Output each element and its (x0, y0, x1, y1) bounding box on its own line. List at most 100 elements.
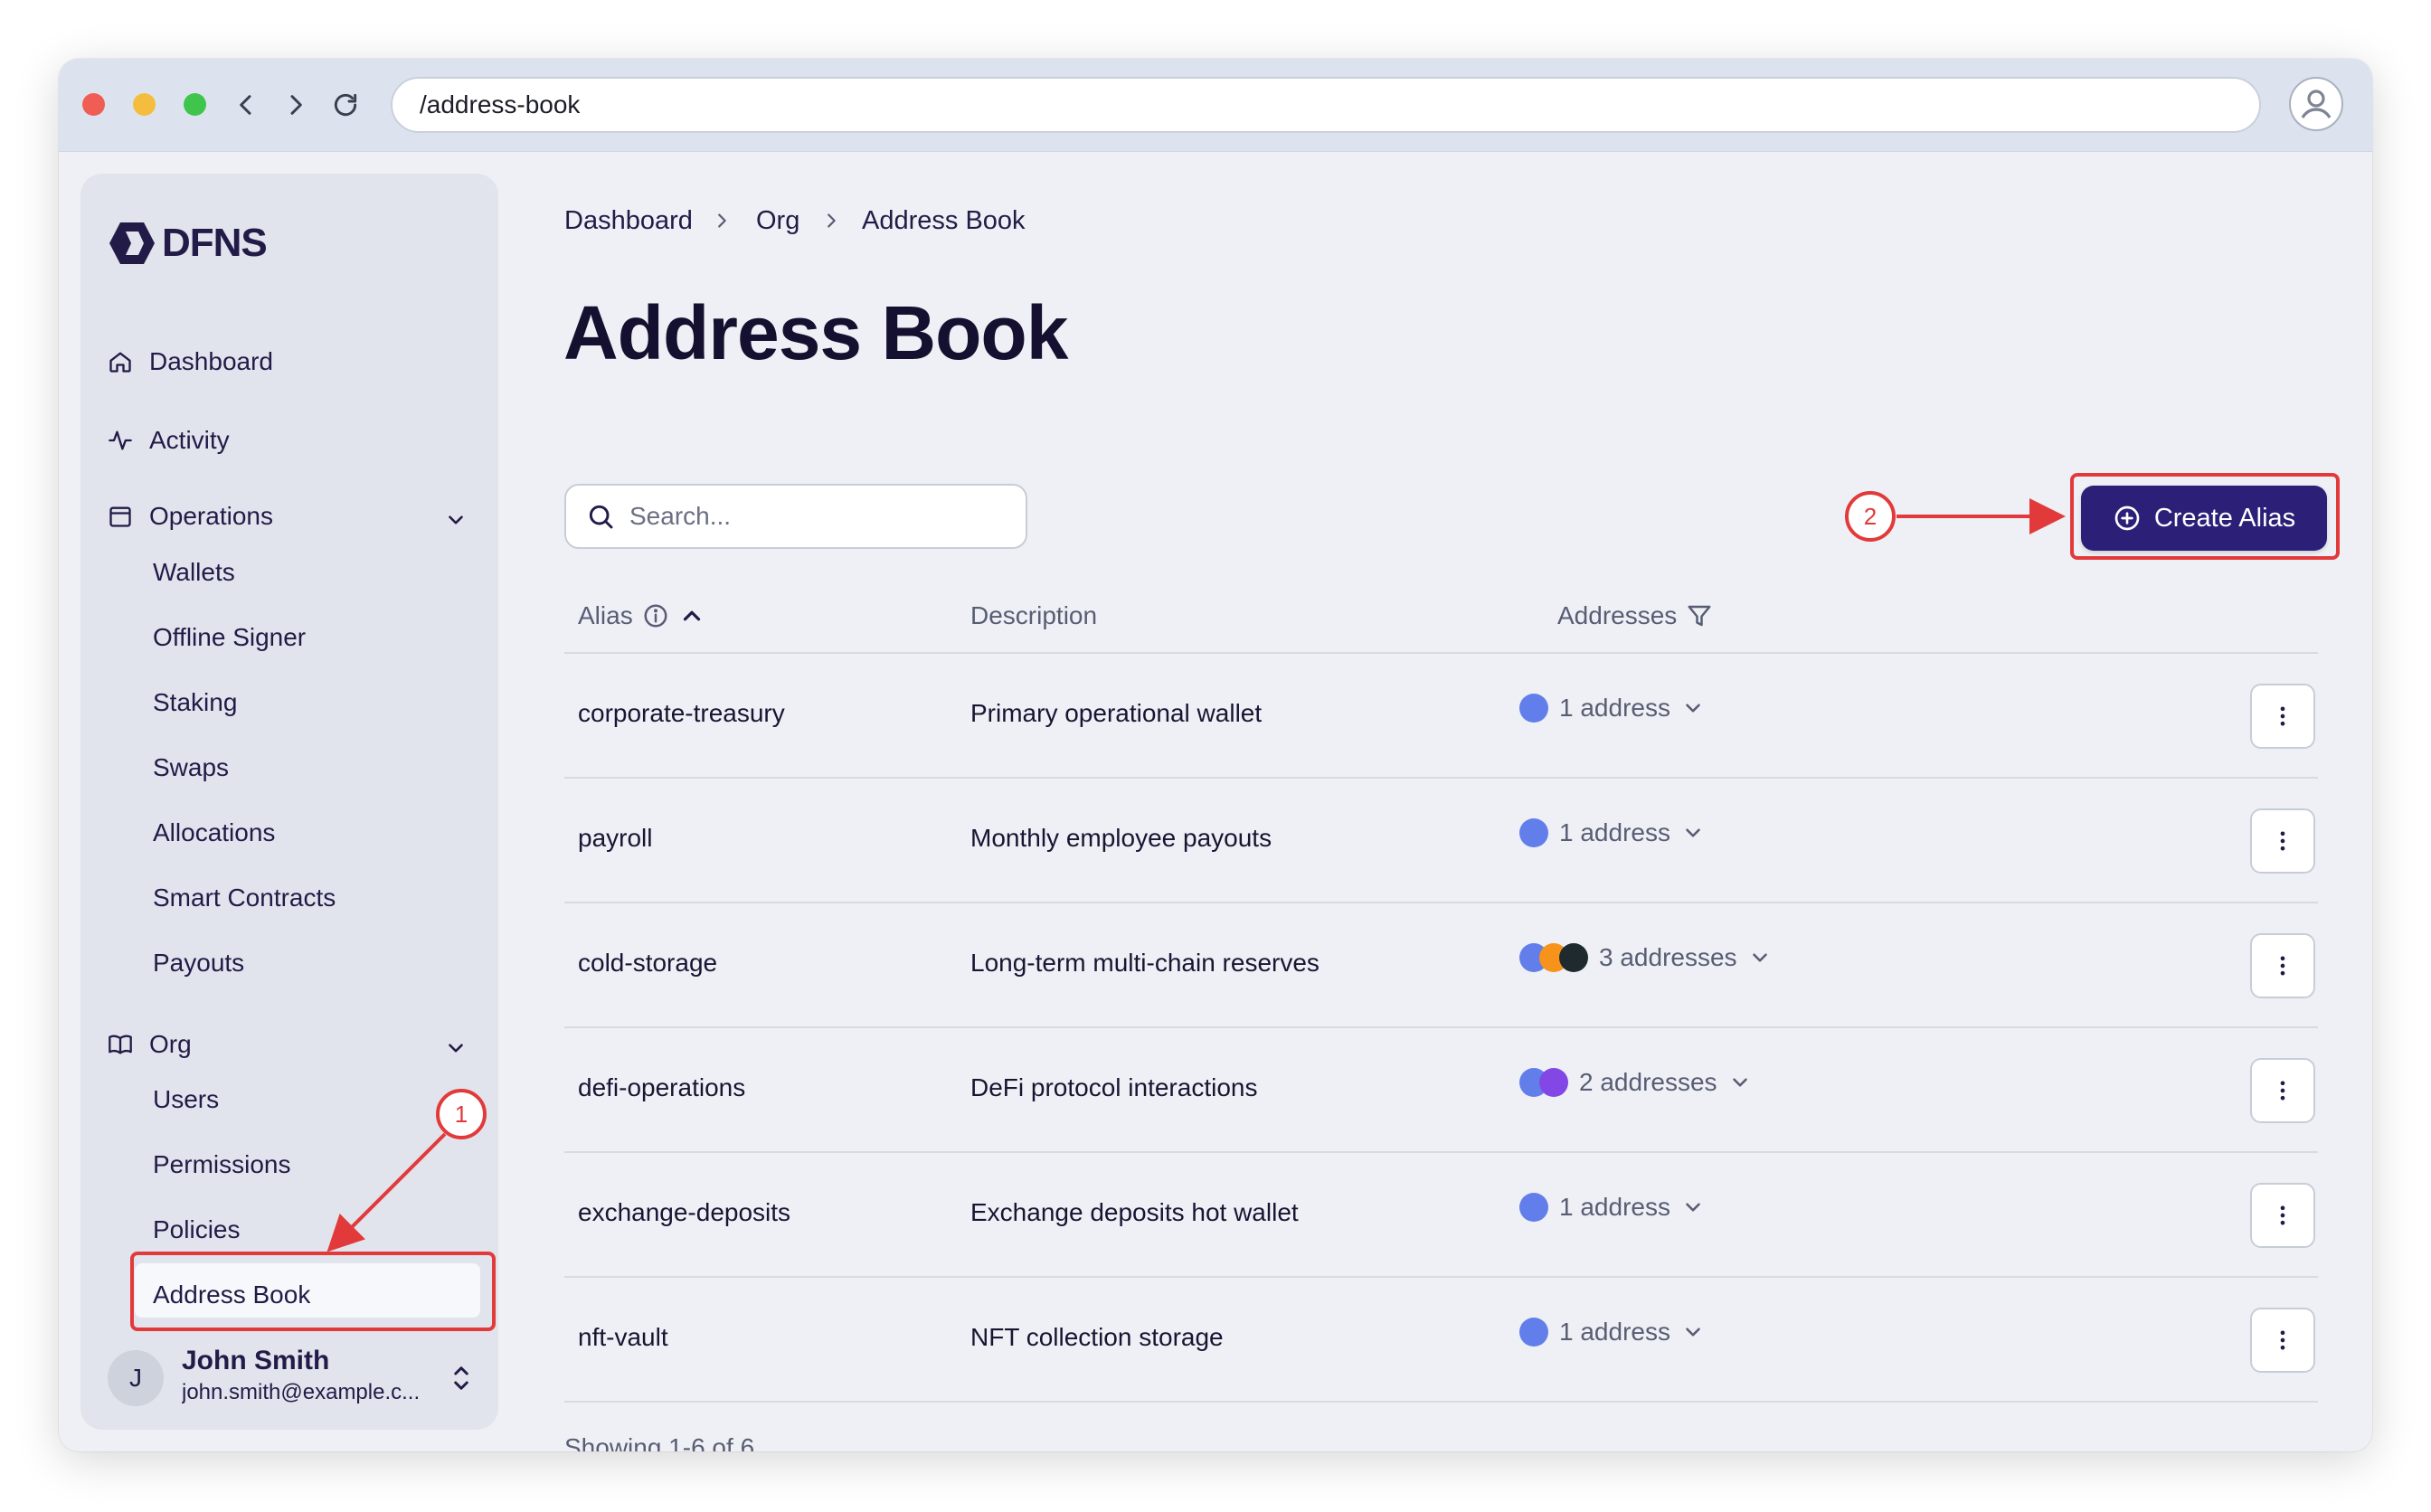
row-actions-button[interactable] (2250, 1183, 2315, 1248)
sidebar-item-smart-contracts[interactable]: Smart Contracts (153, 884, 336, 912)
sidebar-item-permissions[interactable]: Permissions (153, 1150, 290, 1179)
table-row[interactable]: cold-storage Long-term multi-chain reser… (564, 902, 2318, 1026)
ethereum-icon (1519, 1193, 1548, 1222)
address-count: 2 addresses (1579, 1068, 1717, 1096)
sidebar-item-dashboard[interactable]: Dashboard (108, 347, 273, 376)
breadcrumb-separator-icon (828, 213, 836, 228)
close-window-button[interactable] (82, 93, 105, 116)
alias-cell: exchange-deposits (578, 1198, 791, 1226)
addresses-dropdown[interactable]: 2 addresses (1519, 1068, 1752, 1097)
description-cell: DeFi protocol interactions (970, 1073, 1258, 1101)
alias-header-label: Alias (578, 601, 633, 629)
table-row[interactable]: corporate-treasury Primary operational w… (564, 652, 2318, 777)
sidebar-item-swaps[interactable]: Swaps (153, 753, 229, 782)
table-bottom-divider (564, 1401, 2318, 1403)
org-chevron-down-icon[interactable] (444, 1036, 468, 1060)
sort-ascending-icon[interactable] (678, 602, 705, 629)
sidebar-item-operations[interactable]: Operations (108, 502, 273, 531)
chevron-down-icon (1752, 953, 1767, 962)
filter-icon[interactable] (1686, 602, 1713, 629)
table-row[interactable]: payroll Monthly employee payouts 1 addre… (564, 777, 2318, 902)
row-actions-button[interactable] (2250, 933, 2315, 998)
operations-chevron-down-icon[interactable] (444, 508, 468, 532)
breadcrumb-dashboard[interactable]: Dashboard (564, 206, 693, 236)
sidebar-item-policies[interactable]: Policies (153, 1215, 240, 1244)
sidebar-item-offline-signer[interactable]: Offline Signer (153, 623, 306, 652)
row-actions-button[interactable] (2250, 808, 2315, 874)
breadcrumb-address-book: Address Book (862, 206, 1026, 235)
create-alias-button[interactable]: Create Alias (2081, 486, 2327, 551)
maximize-window-button[interactable] (184, 93, 206, 116)
addresses-dropdown[interactable]: 1 address (1519, 818, 1705, 847)
addresses-dropdown[interactable]: 1 address (1519, 1318, 1705, 1347)
info-icon[interactable] (642, 602, 669, 629)
sidebar-item-label: Dashboard (149, 347, 273, 375)
more-vertical-icon (2280, 1330, 2285, 1350)
sidebar-item-activity[interactable]: Activity (108, 426, 230, 455)
table-row[interactable]: exchange-deposits Exchange deposits hot … (564, 1151, 2318, 1276)
plus-circle-icon (2114, 506, 2140, 531)
sidebar-item-label: Activity (149, 426, 230, 454)
coin-icons (1519, 1068, 1568, 1097)
sidebar-item-org[interactable]: Org (108, 1030, 192, 1059)
addresses-dropdown[interactable]: 1 address (1519, 1193, 1705, 1222)
user-menu[interactable]: J John Smith john.smith@example.c... (108, 1346, 480, 1413)
pagination-summary: Showing 1-6 of 6 (564, 1433, 755, 1451)
search-field[interactable] (564, 484, 1027, 549)
column-header-alias[interactable]: Alias (578, 601, 705, 630)
table-row[interactable]: defi-operations DeFi protocol interactio… (564, 1026, 2318, 1151)
alias-cell: payroll (578, 824, 653, 852)
row-actions-button[interactable] (2250, 1058, 2315, 1123)
dfns-logo-icon (109, 222, 155, 264)
minimize-window-button[interactable] (133, 93, 156, 116)
chevrons-up-down-icon[interactable] (448, 1362, 475, 1394)
browser-window: /address-book DFNS Dashboard Activity Op… (59, 59, 2372, 1451)
column-header-description: Description (970, 601, 1097, 630)
calendar-icon (109, 506, 131, 527)
sidebar-item-staking[interactable]: Staking (153, 688, 237, 717)
alias-cell: cold-storage (578, 949, 718, 977)
sidebar-item-address-book[interactable]: Address Book (153, 1280, 310, 1309)
description-header-label: Description (970, 601, 1098, 629)
chevron-down-icon (1686, 828, 1700, 837)
page-title: Address Book (563, 290, 1068, 375)
ethereum-icon (1519, 818, 1548, 847)
table-row[interactable]: nft-vault NFT collection storage 1 addre… (564, 1276, 2318, 1401)
coin-icons (1519, 943, 1588, 972)
reload-icon (334, 93, 357, 117)
brand-name: DFNS (162, 221, 268, 265)
dfns-logo[interactable]: DFNS (108, 221, 268, 266)
sidebar-item-allocations[interactable]: Allocations (153, 818, 275, 847)
user-name: John Smith (182, 1346, 330, 1375)
address-count: 1 address (1559, 1318, 1670, 1346)
addresses-dropdown[interactable]: 3 addresses (1519, 943, 1772, 972)
home-icon (109, 352, 131, 373)
reload-button[interactable] (326, 86, 364, 124)
address-bar[interactable]: /address-book (391, 77, 2261, 133)
user-icon (2301, 90, 2332, 118)
profile-button[interactable] (2289, 77, 2343, 131)
browser-toolbar: /address-book (59, 59, 2372, 152)
address-count: 1 address (1559, 694, 1670, 722)
description-cell: Primary operational wallet (970, 699, 1263, 727)
chevron-down-icon (1686, 704, 1700, 713)
addresses-dropdown[interactable]: 1 address (1519, 694, 1705, 723)
coin-icons (1519, 818, 1548, 847)
forward-button[interactable] (277, 86, 315, 124)
ethereum-icon (1519, 694, 1548, 723)
sidebar-item-users[interactable]: Users (153, 1085, 219, 1114)
user-email: john.smith@example.c... (182, 1380, 421, 1404)
column-header-addresses: Addresses (1557, 601, 1713, 630)
alias-cell: nft-vault (578, 1323, 668, 1351)
more-vertical-icon (2280, 1081, 2285, 1101)
breadcrumb-org[interactable]: Org (756, 206, 799, 236)
sidebar-item-payouts[interactable]: Payouts (153, 949, 244, 978)
search-input[interactable] (629, 502, 991, 531)
back-button[interactable] (227, 86, 265, 124)
more-vertical-icon (2280, 706, 2285, 726)
row-actions-button[interactable] (2250, 1308, 2315, 1373)
row-actions-button[interactable] (2250, 684, 2315, 749)
sidebar-item-wallets[interactable]: Wallets (153, 558, 235, 587)
coin-icons (1519, 1318, 1548, 1347)
coin-icons (1519, 694, 1548, 723)
